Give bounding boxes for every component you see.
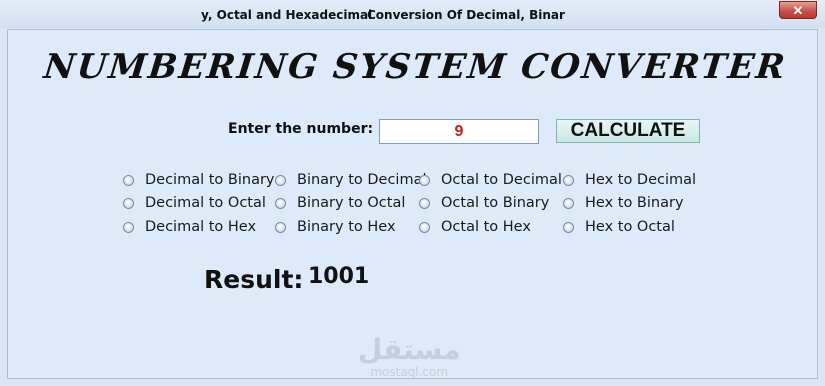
radio-icon[interactable] (563, 174, 574, 186)
option-hex-to-decimal[interactable]: Hex to Decimal (563, 171, 696, 189)
app-heading: NUMBERING SYSTEM CONVERTER (41, 47, 789, 87)
enter-number-label: Enter the number: (228, 121, 374, 137)
radio-icon[interactable] (123, 197, 134, 209)
number-input[interactable] (379, 119, 539, 144)
radio-icon[interactable] (419, 221, 430, 233)
result-label: Result: (204, 265, 304, 294)
converter-form: NUMBERING SYSTEM CONVERTER Enter the num… (7, 29, 818, 379)
radio-icon[interactable] (275, 197, 286, 209)
watermark: مستقل mostaql.com (358, 333, 461, 380)
option-decimal-to-octal[interactable]: Decimal to Octal (123, 194, 266, 212)
option-octal-to-decimal[interactable]: Octal to Decimal (419, 171, 562, 189)
radio-icon[interactable] (563, 221, 574, 233)
radio-icon[interactable] (419, 174, 430, 186)
option-label: Binary to Decimal (297, 172, 427, 188)
option-label: Binary to Octal (297, 195, 406, 211)
option-hex-to-octal[interactable]: Hex to Octal (563, 218, 675, 236)
radio-icon[interactable] (419, 197, 430, 209)
radio-icon[interactable] (563, 197, 574, 209)
watermark-logo: مستقل (358, 333, 461, 366)
result-value: 1001 (308, 264, 370, 289)
option-label: Decimal to Binary (145, 172, 275, 188)
title-bar: y, Octal and Hexadecimal Conversion Of D… (0, 0, 825, 28)
option-label: Octal to Hex (441, 219, 531, 235)
option-label: Decimal to Octal (145, 195, 266, 211)
option-octal-to-hex[interactable]: Octal to Hex (419, 218, 531, 236)
watermark-url: mostaql.com (370, 365, 449, 379)
window-title-part2: Conversion Of Decimal, Binar (367, 8, 565, 22)
radio-icon[interactable] (123, 221, 134, 233)
option-label: Binary to Hex (297, 219, 396, 235)
option-label: Hex to Octal (585, 219, 675, 235)
radio-icon[interactable] (123, 174, 134, 186)
option-decimal-to-hex[interactable]: Decimal to Hex (123, 218, 256, 236)
option-label: Octal to Binary (441, 195, 550, 211)
close-button[interactable]: ✕ (779, 1, 817, 19)
option-octal-to-binary[interactable]: Octal to Binary (419, 194, 549, 212)
option-label: Hex to Binary (585, 195, 684, 211)
option-binary-to-hex[interactable]: Binary to Hex (275, 218, 396, 236)
option-label: Octal to Decimal (441, 172, 562, 188)
window-title-part1: y, Octal and Hexadecimal (201, 8, 373, 22)
calculate-button[interactable]: CALCULATE (556, 119, 700, 143)
option-decimal-to-binary[interactable]: Decimal to Binary (123, 171, 275, 189)
option-label: Decimal to Hex (145, 219, 257, 235)
option-label: Hex to Decimal (585, 172, 697, 188)
option-binary-to-decimal[interactable]: Binary to Decimal (275, 171, 427, 189)
option-binary-to-octal[interactable]: Binary to Octal (275, 194, 405, 212)
radio-icon[interactable] (275, 174, 286, 186)
radio-icon[interactable] (275, 221, 286, 233)
option-hex-to-binary[interactable]: Hex to Binary (563, 194, 684, 212)
